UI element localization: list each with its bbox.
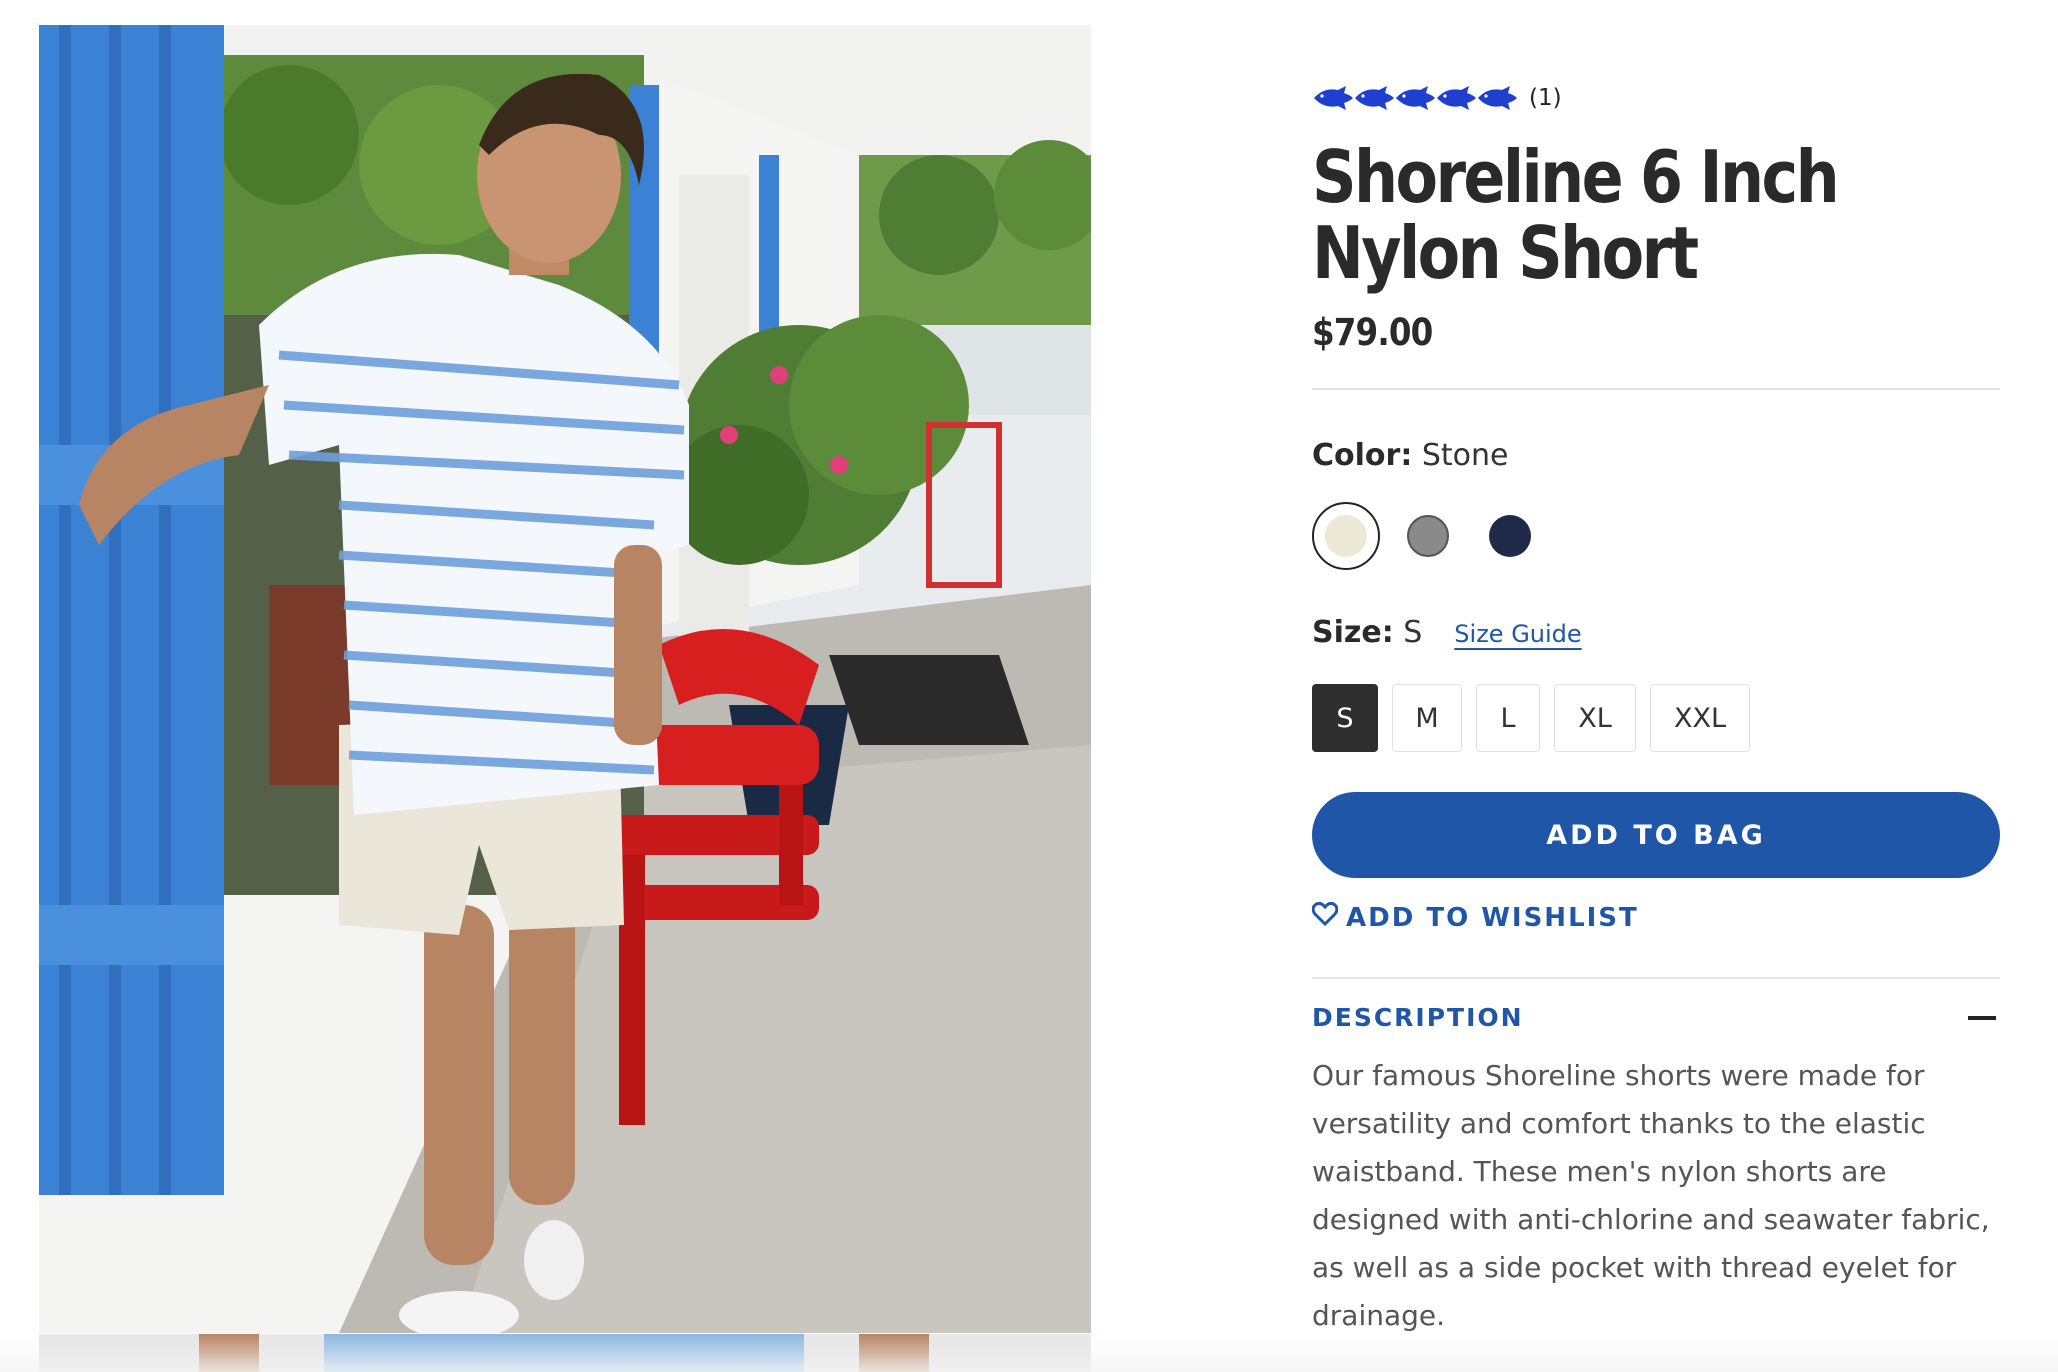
swatch-gray[interactable] xyxy=(1394,502,1462,570)
product-photo xyxy=(39,25,1091,1333)
fish-icon xyxy=(1394,85,1436,111)
fish-icon xyxy=(1353,85,1395,111)
product-info-panel: (1) Shoreline 6 Inch Nylon Short $79.00 … xyxy=(1311,75,2000,1340)
description-line: as well as a side pocket with thread eye… xyxy=(1312,1251,1957,1284)
size-options: S M L XL XXL xyxy=(1312,684,2000,752)
swatch-color xyxy=(1489,515,1531,557)
size-guide-link[interactable]: Size Guide xyxy=(1454,620,1581,648)
description-line: designed with anti-chlorine and seawater… xyxy=(1312,1203,1990,1236)
add-to-wishlist-link[interactable]: ADD TO WISHLIST xyxy=(1311,901,2000,933)
description-line: versatility and comfort thanks to the el… xyxy=(1312,1107,1926,1140)
product-title: Shoreline 6 Inch Nylon Short xyxy=(1312,135,1840,295)
swatch-navy[interactable] xyxy=(1476,502,1544,570)
heart-icon xyxy=(1311,901,1346,933)
size-option-xl[interactable]: XL xyxy=(1554,684,1636,752)
color-swatches xyxy=(1312,501,2000,571)
wishlist-label: ADD TO WISHLIST xyxy=(1346,902,1639,933)
fish-icon xyxy=(1312,85,1354,111)
size-option-m[interactable]: M xyxy=(1392,684,1462,752)
divider xyxy=(1312,388,2000,390)
description-heading: DESCRIPTION xyxy=(1312,1003,1524,1032)
product-image[interactable] xyxy=(39,25,1091,1333)
selected-color: Stone xyxy=(1421,438,1509,473)
description-accordion-header[interactable]: DESCRIPTION xyxy=(1312,1003,2000,1032)
swatch-color xyxy=(1325,515,1367,557)
size-selector-label: Size: S Size Guide xyxy=(1312,615,2000,650)
color-selector-label: Color: Stone xyxy=(1312,438,2000,473)
product-price: $79.00 xyxy=(1312,311,1433,354)
review-count[interactable]: (1) xyxy=(1529,85,1562,111)
fish-icon xyxy=(1435,85,1477,111)
color-label: Color: xyxy=(1312,438,1413,473)
size-label: Size: xyxy=(1312,615,1394,650)
collapse-icon[interactable] xyxy=(1968,1015,1996,1020)
swatch-stone[interactable] xyxy=(1312,502,1380,570)
next-product-image-peek xyxy=(39,1334,1091,1372)
add-to-bag-button[interactable]: ADD TO BAG xyxy=(1312,792,2000,878)
size-option-s[interactable]: S xyxy=(1312,684,1378,752)
fish-icon xyxy=(1476,85,1518,111)
description-line: drainage. xyxy=(1312,1299,1446,1332)
size-option-xxl[interactable]: XXL xyxy=(1650,684,1750,752)
rating[interactable]: (1) xyxy=(1312,75,2000,121)
selected-size: S xyxy=(1403,615,1423,650)
description-line: waistband. These men's nylon shorts are xyxy=(1312,1155,1887,1188)
divider xyxy=(1312,977,2000,979)
size-option-l[interactable]: L xyxy=(1476,684,1540,752)
swatch-color xyxy=(1407,515,1449,557)
description-body: Our famous Shoreline shorts were made fo… xyxy=(1312,1052,2012,1340)
description-line: Our famous Shoreline shorts were made fo… xyxy=(1312,1059,1925,1092)
